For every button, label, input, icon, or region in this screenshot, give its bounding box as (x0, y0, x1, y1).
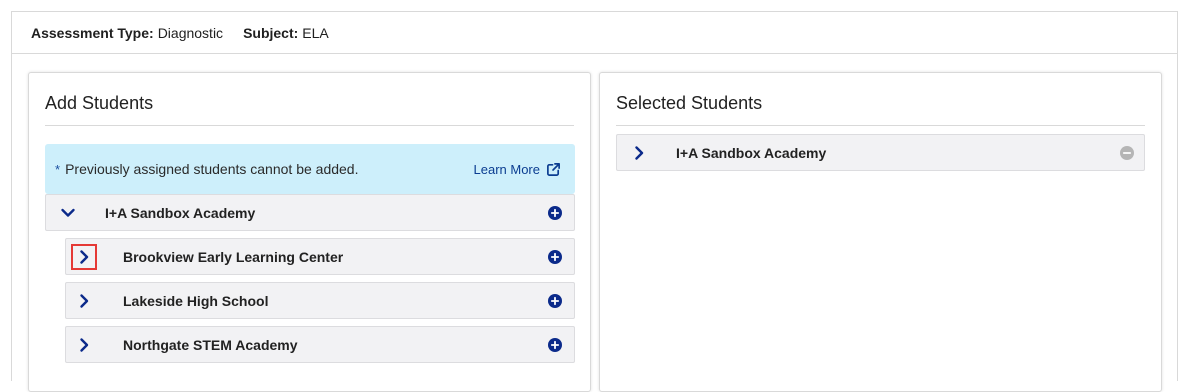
add-students-panel: Add Students * Previously assigned stude… (28, 72, 591, 392)
assessment-info-bar: Assessment Type: Diagnostic Subject: ELA (12, 12, 1177, 54)
previously-assigned-notice: * Previously assigned students cannot be… (45, 144, 575, 194)
remove-circle-icon[interactable] (1120, 145, 1134, 160)
add-circle-icon[interactable] (548, 293, 562, 308)
selected-district-name: I+A Sandbox Academy (676, 144, 827, 161)
chevron-right-icon[interactable] (71, 288, 97, 314)
add-students-title: Add Students (45, 93, 154, 113)
selected-students-panel: Selected Students I+A Sandbox Academy (599, 72, 1162, 392)
selected-district-row[interactable]: I+A Sandbox Academy (616, 134, 1145, 171)
school-name: Lakeside High School (123, 292, 269, 309)
subject-value: ELA (302, 24, 329, 41)
add-circle-icon[interactable] (548, 205, 562, 220)
learn-more-link[interactable]: Learn More (474, 162, 561, 177)
district-row[interactable]: I+A Sandbox Academy (45, 194, 575, 231)
chevron-right-icon[interactable] (71, 243, 97, 270)
asterisk-marker: * (55, 161, 61, 177)
selected-students-title: Selected Students (616, 93, 763, 113)
school-name: Northgate STEM Academy (123, 336, 298, 353)
assignment-container: Assessment Type: Diagnostic Subject: ELA… (11, 11, 1178, 392)
external-link-icon (547, 162, 560, 176)
learn-more-label: Learn More (473, 161, 540, 177)
subject-label: Subject: (243, 24, 299, 41)
chevron-right-icon[interactable] (626, 140, 652, 166)
notice-text: Previously assigned students cannot be a… (65, 161, 359, 177)
divider (45, 125, 574, 126)
school-name: Brookview Early Learning Center (123, 248, 344, 265)
assessment-type-label: Assessment Type: (31, 24, 154, 41)
chevron-down-icon[interactable] (55, 200, 81, 226)
chevron-right-icon[interactable] (71, 332, 97, 358)
add-circle-icon[interactable] (548, 337, 562, 352)
school-row[interactable]: Brookview Early Learning Center (65, 238, 575, 275)
school-row[interactable]: Lakeside High School (65, 282, 575, 319)
add-circle-icon[interactable] (548, 249, 562, 264)
district-name: I+A Sandbox Academy (105, 204, 256, 221)
divider (616, 125, 1145, 126)
assessment-type-value: Diagnostic (157, 24, 224, 41)
school-row[interactable]: Northgate STEM Academy (65, 326, 575, 363)
